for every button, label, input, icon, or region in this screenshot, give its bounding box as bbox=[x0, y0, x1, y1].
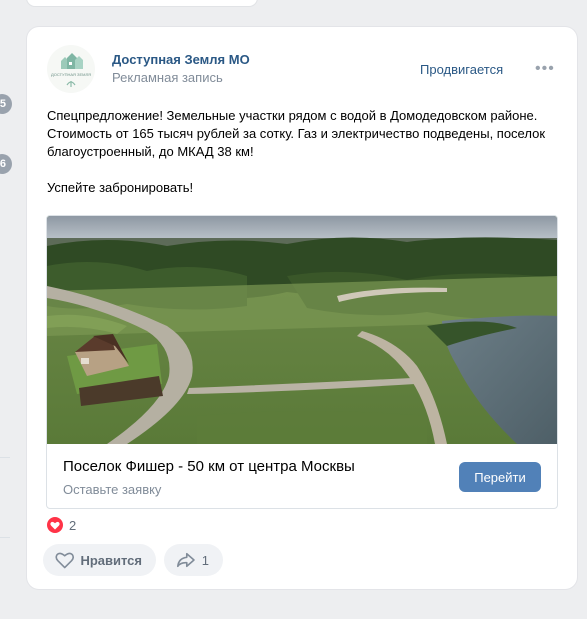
logo-icon: ДОСТУПНАЯ ЗЕМЛЯ bbox=[51, 53, 91, 87]
share-count: 1 bbox=[201, 552, 209, 568]
like-button[interactable]: Нравится bbox=[43, 544, 156, 576]
snippet-title[interactable]: Поселок Фишер - 50 км от центра Москвы bbox=[63, 458, 355, 475]
reactions-summary[interactable]: 2 bbox=[47, 517, 76, 533]
post-text: Спецпредложение! Земельные участки рядом… bbox=[47, 107, 562, 197]
post-text-line: Спецпредложение! Земельные участки рядом… bbox=[47, 108, 538, 123]
previous-post-card bbox=[27, 0, 257, 6]
snippet-photo[interactable] bbox=[47, 216, 557, 444]
post-text-line: Успейте забронировать! bbox=[47, 180, 194, 195]
go-button[interactable]: Перейти bbox=[459, 462, 541, 492]
author-name[interactable]: Доступная Земля МО bbox=[112, 52, 250, 67]
counter-badge[interactable]: 5 bbox=[0, 94, 12, 114]
divider bbox=[0, 457, 10, 458]
link-snippet[interactable]: Поселок Фишер - 50 км от центра Москвы О… bbox=[46, 215, 558, 509]
avatar[interactable]: ДОСТУПНАЯ ЗЕМЛЯ bbox=[47, 45, 95, 93]
divider bbox=[0, 537, 10, 538]
counter-badge[interactable]: 6 bbox=[0, 154, 12, 174]
like-label: Нравится bbox=[80, 552, 142, 568]
more-options-icon[interactable]: ••• bbox=[535, 61, 555, 77]
heart-reaction-icon bbox=[47, 517, 63, 533]
share-icon bbox=[176, 552, 195, 568]
left-column: 5 6 bbox=[0, 0, 12, 619]
promoted-link[interactable]: Продвигается bbox=[420, 62, 503, 77]
post-text-line: благоустроенный, до МКАД 38 км! bbox=[47, 144, 254, 159]
post-text-line: Стоимость от 165 тысяч рублей за сотку. … bbox=[47, 126, 546, 141]
share-button[interactable]: 1 bbox=[164, 544, 223, 576]
svg-text:ДОСТУПНАЯ ЗЕМЛЯ: ДОСТУПНАЯ ЗЕМЛЯ bbox=[51, 72, 91, 77]
snippet-subtitle: Оставьте заявку bbox=[63, 482, 162, 497]
ad-label: Рекламная запись bbox=[112, 70, 223, 85]
likes-count: 2 bbox=[69, 517, 77, 533]
ad-post: ДОСТУПНАЯ ЗЕМЛЯ Доступная Земля МО Рекла… bbox=[27, 27, 577, 589]
heart-outline-icon bbox=[55, 552, 74, 569]
